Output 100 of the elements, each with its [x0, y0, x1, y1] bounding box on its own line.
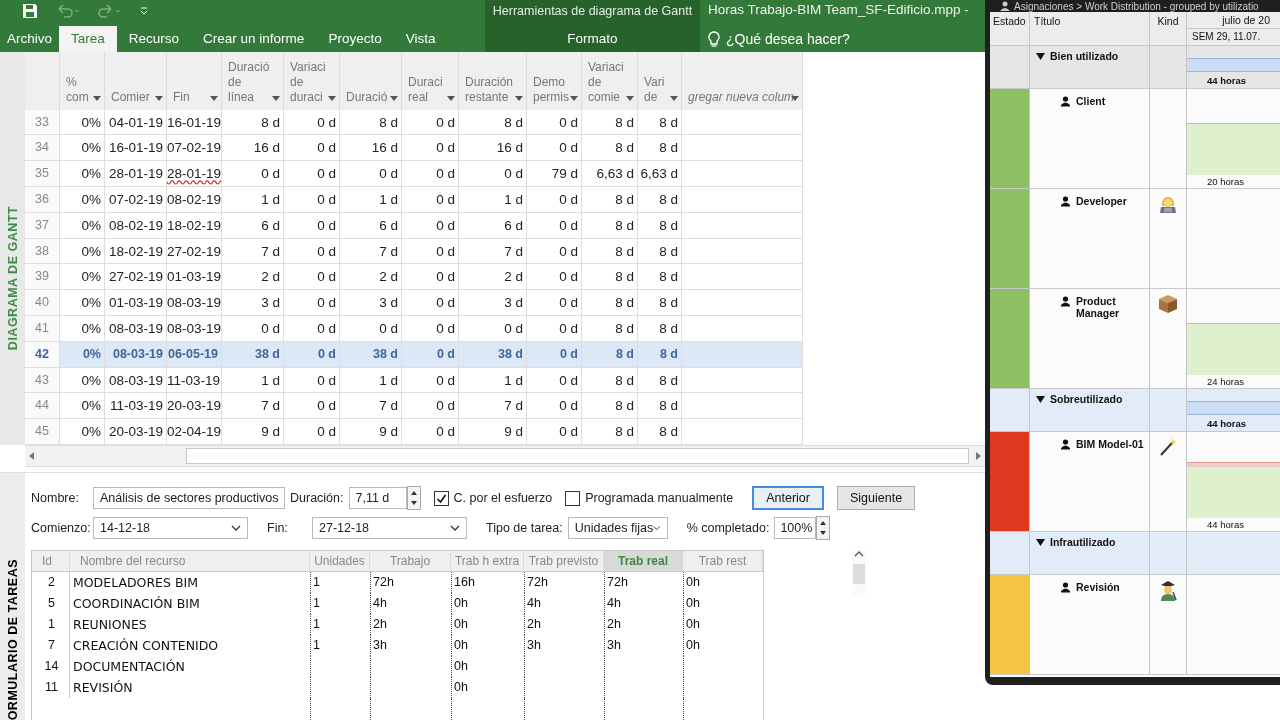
table-cell: 7: [48, 638, 55, 652]
column-header[interactable]: Duració: [340, 52, 402, 110]
checkbox-label[interactable]: Programada manualmente: [585, 491, 734, 505]
table-row[interactable]: 43 0% 08-03-19 11-03-19 1 d 0 d 1 d 0 d 1 d 0 d 8 d 8 d: [25, 367, 803, 394]
duration-field[interactable]: 7,11 d: [348, 487, 407, 509]
dropdown-arrow-icon[interactable]: [626, 95, 634, 101]
hours-label: 44 horas: [1206, 518, 1245, 531]
group-row[interactable]: Infrautilizado: [990, 532, 1280, 575]
column-header[interactable]: Título: [1030, 12, 1150, 45]
column-header[interactable]: % com: [60, 52, 105, 110]
table-cell: 1 d: [340, 187, 402, 212]
ribbon-tab[interactable]: Proyecto: [316, 26, 394, 52]
column-header[interactable]: Kind: [1150, 12, 1187, 45]
row-number: 45: [25, 419, 60, 444]
dropdown-arrow-icon[interactable]: [210, 95, 218, 101]
name-field[interactable]: Análisis de sectores productivos: [93, 487, 285, 509]
chevron-icon[interactable]: [231, 525, 241, 531]
table-row[interactable]: 34 0% 16-01-19 07-02-19 16 d 0 d 16 d 0 d 16 d 0 d 8 d 8 d: [25, 135, 803, 162]
dropdown-arrow-icon[interactable]: [570, 95, 578, 101]
table-row[interactable]: 44 0% 11-03-19 20-03-19 7 d 0 d 7 d 0 d 7 d 0 d 8 d 8 d: [25, 393, 803, 420]
column-header[interactable]: Duració de línea: [222, 52, 284, 110]
ribbon-tab[interactable]: Crear un informe: [191, 26, 317, 52]
table-cell: CREACIÓN CONTENIDO: [73, 638, 219, 653]
scrollbar[interactable]: [25, 445, 985, 467]
checkbox-label[interactable]: C. por el esfuerzo: [453, 491, 553, 505]
table-row[interactable]: 39 0% 27-02-19 01-03-19 2 d 0 d 2 d 0 d 2 d 0 d 8 d 8 d: [25, 264, 803, 291]
ribbon-tab[interactable]: Formato: [555, 26, 630, 52]
dropdown-arrow-icon[interactable]: [390, 95, 398, 101]
table-cell: 7 d: [459, 238, 527, 264]
checkbox[interactable]: [433, 490, 449, 506]
column-header[interactable]: Duración restante: [459, 52, 527, 110]
scroll-thumb[interactable]: [186, 448, 969, 464]
chevron-icon[interactable]: [450, 525, 460, 531]
chevron-icon[interactable]: [653, 525, 661, 531]
table-cell: 01-03-19: [105, 290, 167, 315]
table-row[interactable]: 41 0% 08-03-19 08-03-19 0 d 0 d 0 d 0 d 0 d 0 d 8 d 8 d: [25, 316, 803, 342]
table-row[interactable]: 42 0% 08-03-19 06-05-19 38 d 0 d 38 d 0 d 38 d 0 d 8 d 8 d: [25, 341, 803, 368]
table-cell: 1 d: [459, 187, 527, 212]
column-header[interactable]: Fin: [167, 52, 222, 110]
column-header[interactable]: Demo permis: [527, 52, 582, 110]
row-number: 34: [25, 135, 60, 161]
customize-icon[interactable]: [140, 6, 148, 16]
percent-complete-field[interactable]: 100%: [774, 517, 817, 539]
dropdown-arrow-icon[interactable]: [670, 95, 678, 101]
column-header[interactable]: Estado: [990, 12, 1030, 45]
ribbon-tab[interactable]: Recurso: [116, 26, 192, 52]
table-row[interactable]: 37 0% 08-02-19 18-02-19 6 d 0 d 6 d 0 d 6 d 0 d 8 d 8 d: [25, 212, 803, 239]
column-header[interactable]: Comier: [105, 52, 167, 110]
finish-date-field[interactable]: 27-12-18: [312, 517, 467, 539]
form-button[interactable]: Siguiente: [836, 486, 916, 510]
table-row[interactable]: 33 0% 04-01-19 16-01-19 8 d 0 d 8 d 0 d 8 d 0 d 8 d 8 d: [25, 109, 803, 136]
table-cell: 01-03-19: [167, 264, 222, 290]
column-header[interactable]: Vari de: [638, 52, 682, 110]
table-cell: 1: [313, 638, 320, 652]
scroll-up-icon[interactable]: [854, 550, 864, 558]
scroll-left-icon[interactable]: [27, 451, 37, 461]
table-cell: 0%: [60, 264, 105, 290]
table-cell: 0 d: [527, 264, 582, 290]
ribbon-tab[interactable]: Archivo: [0, 26, 59, 52]
column-header[interactable]: Duraci real: [402, 52, 459, 110]
disclosure-triangle-icon[interactable]: [1036, 395, 1045, 404]
dropdown-arrow-icon[interactable]: [93, 95, 101, 101]
form-button[interactable]: Anterior: [752, 486, 824, 510]
spinner-icon[interactable]: [816, 516, 831, 540]
ribbon-tab[interactable]: Tarea: [59, 26, 117, 52]
window-title: Horas Trabajo-BIM Team_SF-Edificio.mpp -: [708, 1, 970, 19]
table-cell: 0 d: [284, 187, 340, 212]
save-icon[interactable]: [22, 3, 38, 19]
scroll-right-icon[interactable]: [973, 451, 983, 461]
spinner-icon[interactable]: [406, 486, 421, 510]
table-cell: 1: [313, 575, 320, 589]
table-row[interactable]: 45 0% 20-03-19 02-04-19 9 d 0 d 9 d 0 d 9 d 0 d 8 d 8 d: [25, 419, 803, 445]
dropdown-arrow-icon[interactable]: [447, 95, 455, 101]
table-cell: 11: [45, 680, 58, 694]
table-row[interactable]: 40 0% 01-03-19 08-03-19 3 d 0 d 3 d 0 d 3 d 0 d 8 d 8 d: [25, 290, 803, 316]
column-header[interactable]: Variaci de duraci: [284, 52, 340, 110]
table-cell: 0h: [686, 617, 700, 631]
task-type-field[interactable]: Unidades fijas: [567, 517, 668, 539]
dropdown-arrow-icon[interactable]: [328, 95, 336, 101]
table-row[interactable]: 35 0% 28-01-19 28-01-19 0 d 0 d 0 d 0 d 0 d 79 d 6,63 d 6,63 d: [25, 161, 803, 188]
group-row[interactable]: Sobreutilizado 44 horas: [990, 389, 1280, 432]
field-label: Tipo de tarea:: [486, 521, 563, 535]
table-row[interactable]: 38 0% 18-02-19 27-02-19 7 d 0 d 7 d 0 d 7 d 0 d 8 d 8 d: [25, 238, 803, 265]
table-cell: 07-02-19: [167, 135, 222, 161]
disclosure-triangle-icon[interactable]: [1036, 52, 1045, 61]
start-date-field[interactable]: 14-12-18: [93, 517, 248, 539]
dropdown-arrow-icon[interactable]: [155, 95, 163, 101]
group-row[interactable]: Bien utilizado 44 horas: [990, 46, 1280, 89]
checkbox[interactable]: [565, 490, 581, 506]
scrollbar[interactable]: [852, 550, 866, 596]
dropdown-arrow-icon[interactable]: [515, 95, 523, 101]
tell-me-button[interactable]: ¿Qué desea hacer?: [708, 26, 985, 52]
dropdown-arrow-icon[interactable]: [272, 95, 280, 101]
table-cell: 0 d: [402, 264, 459, 290]
hours-label: 20 horas: [1206, 175, 1245, 188]
scroll-thumb[interactable]: [853, 564, 865, 584]
ribbon-tab[interactable]: Vista: [393, 26, 448, 52]
column-header[interactable]: Variaci de comie: [582, 52, 638, 110]
disclosure-triangle-icon[interactable]: [1036, 538, 1045, 547]
table-row[interactable]: 36 0% 07-02-19 08-02-19 1 d 0 d 1 d 0 d 1 d 0 d 8 d 8 d: [25, 187, 803, 213]
